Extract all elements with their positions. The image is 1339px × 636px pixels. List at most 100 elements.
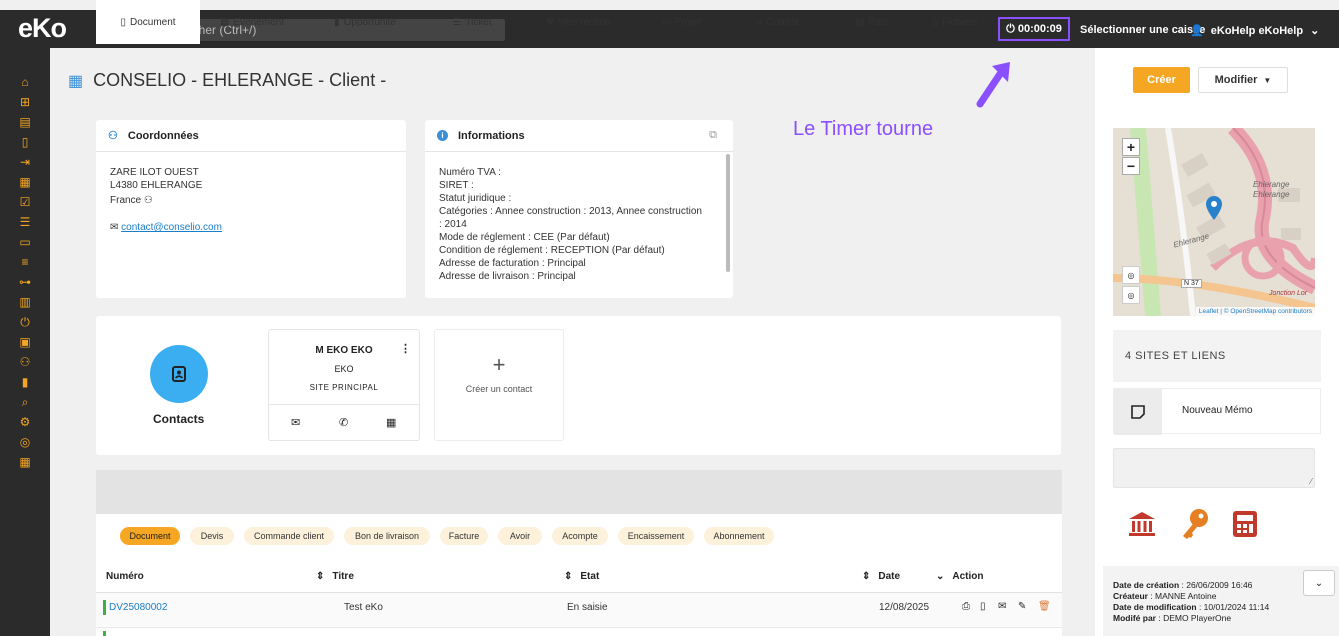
doc-number-link[interactable]: DV25080002 <box>109 602 167 613</box>
phone-icon[interactable]: ✆ <box>339 416 348 429</box>
tab-evenement[interactable]: ▦ Evénement <box>200 0 304 44</box>
info-icon: i <box>437 130 448 141</box>
meta-row: Date de création : 26/06/2009 16:46 <box>1113 580 1269 591</box>
memo-textarea[interactable]: ⁄ <box>1113 448 1315 488</box>
filter-pill[interactable]: Document <box>120 527 180 545</box>
app-logo[interactable]: eKo <box>18 13 67 44</box>
contact-company: EKO <box>334 364 354 374</box>
map-marker-icon[interactable] <box>1206 196 1222 223</box>
add-icon[interactable]: ⊞ <box>0 92 50 112</box>
select-caisse-button[interactable]: Sélectionner une caisse <box>1080 24 1205 36</box>
meta-row: Modifé par : DEMO PlayerOne <box>1113 613 1269 624</box>
sidebar: ⌂ ⊞ ▤ ▯ ⇥ ▦ ☑ ☰ ▭ ≡ ⊶ ▥ ⏻ ▣ ⚇ ▮ ⌕ ⚙ ◎ ▦ <box>0 48 50 636</box>
col-titre[interactable]: ⇕ Titre <box>316 571 354 582</box>
filter-pill[interactable]: Commande client <box>244 527 334 545</box>
tab-icon: ▮ <box>334 16 340 28</box>
home-icon[interactable]: ⌂ <box>0 72 50 92</box>
info-row-value: CEE (Par défaut) <box>533 232 610 243</box>
tab-parc[interactable]: ▤ Parc <box>830 0 914 44</box>
table-row[interactable] <box>96 627 1062 636</box>
tab-label: Opportunité <box>343 16 396 28</box>
chart-icon[interactable]: ▮ <box>0 372 50 392</box>
people-icon[interactable]: ⚇ <box>0 352 50 372</box>
info-row-label: SIRET : <box>439 180 474 191</box>
zoom-in-button[interactable]: + <box>1122 138 1140 156</box>
list-icon[interactable]: ☰ <box>0 212 50 232</box>
sites-card[interactable]: 4 SITES ET LIENS <box>1113 330 1321 382</box>
chevron-down-icon[interactable]: ⌄ <box>936 571 944 582</box>
target-icon[interactable]: ◎ <box>0 432 50 452</box>
print-icon[interactable]: ⎙ <box>962 601 970 612</box>
expand-button[interactable]: ⌄ <box>1303 570 1335 596</box>
filter-pill[interactable]: Avoir <box>498 527 542 545</box>
map-attribution[interactable]: Leaflet | © OpenStreetMap contributors <box>1195 307 1315 316</box>
search-sidebar-icon[interactable]: ⌕ <box>0 392 50 412</box>
filter-pill[interactable]: Devis <box>190 527 234 545</box>
tab-document[interactable]: ▯ Document <box>96 0 200 44</box>
calendar-icon[interactable]: ▦ <box>386 416 396 429</box>
folder-icon[interactable]: ▭ <box>0 232 50 252</box>
calendar-icon[interactable]: ▦ <box>0 172 50 192</box>
filter-pill[interactable]: Abonnement <box>704 527 774 545</box>
bank-icon[interactable] <box>1128 510 1156 541</box>
book-icon[interactable]: ▣ <box>0 332 50 352</box>
user-menu[interactable]: 👤 eKoHelp eKoHelp ⌄ <box>1190 24 1319 37</box>
building-icon[interactable]: ▥ <box>0 292 50 312</box>
locate-icon[interactable]: ◎ <box>1122 266 1140 284</box>
external-link-icon[interactable]: ⧉ <box>709 129 717 142</box>
map[interactable]: Ehlerange Ehlerange Ehlerange N 37 Jonct… <box>1113 128 1315 316</box>
sort-icon: ⇕ <box>564 571 573 582</box>
power-icon[interactable]: ⏻ <box>0 312 50 332</box>
timer-display[interactable]: ⏻ 00:00:09 <box>998 17 1070 41</box>
mail-icon[interactable]: ✉ <box>291 416 300 429</box>
user-name: eKoHelp eKoHelp <box>1210 25 1304 37</box>
page-title-text: CONSELIO - EHLERANGE - Client - <box>93 70 387 90</box>
mail-icon[interactable]: ✉ <box>998 601 1006 612</box>
zoom-out-button[interactable]: − <box>1122 157 1140 175</box>
modify-button[interactable]: Modifier ▼ <box>1198 67 1288 93</box>
filter-pill[interactable]: Acompte <box>552 527 608 545</box>
filter-pill[interactable]: Facture <box>440 527 488 545</box>
contact-card[interactable]: M EKO EKO ⋮ EKO SITE PRINCIPAL ✉ ✆ ▦ <box>268 329 420 441</box>
tab-ticket[interactable]: ☰ Ticket <box>430 0 514 44</box>
contact-book-icon[interactable] <box>150 345 208 403</box>
col-date[interactable]: ⇕ Date <box>862 571 900 582</box>
email-link[interactable]: contact@conselio.com <box>121 222 222 233</box>
create-contact-card[interactable]: + Créer un contact <box>434 329 564 441</box>
key-icon[interactable] <box>1180 508 1210 543</box>
filter-pill[interactable]: Bon de livraison <box>344 527 430 545</box>
calendar-check-icon[interactable]: ☑ <box>0 192 50 212</box>
informations-header: i Informations ⧉ <box>425 120 733 152</box>
file-icon[interactable]: ▯ <box>0 132 50 152</box>
col-etat[interactable]: ⇕ Etat <box>564 571 599 582</box>
tab-intervention[interactable]: ⚒ Intervention <box>520 0 636 44</box>
create-button[interactable]: Créer <box>1133 67 1190 93</box>
pdf-icon[interactable]: ▯ <box>980 601 986 612</box>
col-action: ⌄ Action <box>936 571 984 582</box>
memo-card[interactable]: Nouveau Mémo <box>1113 388 1321 435</box>
filter-pill[interactable]: Encaissement <box>618 527 694 545</box>
calculator-icon[interactable]: ▦ <box>0 452 50 472</box>
tab-icon: ≈ <box>756 16 763 28</box>
tab-opportunite[interactable]: ▮ Opportunité <box>310 0 420 44</box>
tab-contrat[interactable]: ≈ Contrat <box>732 0 824 44</box>
tab-icon: ▯ <box>932 16 939 28</box>
resize-handle-icon[interactable]: ⁄ <box>1311 477 1312 486</box>
export-icon[interactable]: ⇥ <box>0 152 50 172</box>
scrollbar[interactable] <box>726 154 730 272</box>
info-row-value: Principal <box>537 271 576 282</box>
edit-icon[interactable]: ✎ <box>1018 601 1026 612</box>
delete-icon[interactable]: 🗑 <box>1038 601 1051 612</box>
locate-icon-2[interactable]: ◎ <box>1122 286 1140 304</box>
calculator-icon[interactable] <box>1232 510 1258 541</box>
tab-fichiers[interactable]: ▯ Fichiers <box>910 0 1000 44</box>
tab-icon: ▯ <box>120 16 126 28</box>
tab-projet[interactable]: ▭ Projet <box>640 0 722 44</box>
settings-icon[interactable]: ⚙ <box>0 412 50 432</box>
document-icon[interactable]: ▤ <box>0 112 50 132</box>
tasks-icon[interactable]: ≡ <box>0 252 50 272</box>
more-vert-icon[interactable]: ⋮ <box>400 342 411 355</box>
memo-label: Nouveau Mémo <box>1182 405 1253 416</box>
tree-icon[interactable]: ⊶ <box>0 272 50 292</box>
col-numero[interactable]: Numéro <box>106 571 144 582</box>
